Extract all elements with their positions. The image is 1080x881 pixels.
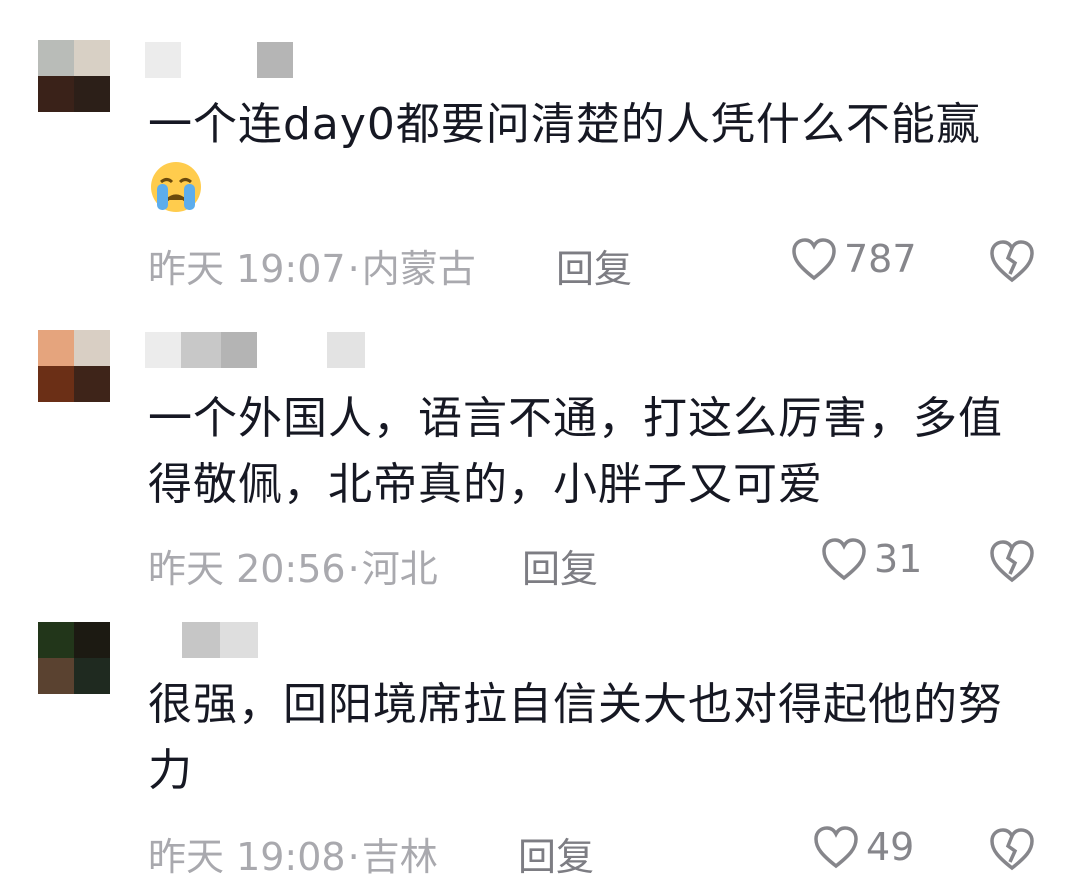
dislike-button[interactable] [988, 238, 1036, 284]
like-button[interactable]: 49 [812, 824, 914, 870]
comment-meta: 昨天 19:07·内蒙古 [148, 238, 476, 293]
broken-heart-icon [990, 828, 1034, 871]
like-count: 31 [874, 537, 923, 581]
broken-heart-icon [990, 540, 1034, 583]
loudly-crying-face-icon [151, 162, 201, 212]
comment-meta: 昨天 20:56·河北 [148, 538, 438, 593]
comment-item: 一个外国人，语言不通，打这么厉害，多值得敬佩，北帝真的，小胖子又可爱 昨天 20… [0, 300, 1080, 600]
comment-item: 一个连day0都要问清楚的人凭什么不能赢 昨天 19:07·内蒙古 回复 787 [0, 0, 1080, 300]
like-count: 49 [866, 825, 915, 869]
comment-text: 很强，回阳境席拉自信关大也对得起他的努力 [148, 679, 1003, 796]
avatar[interactable] [38, 330, 110, 402]
location: 吉林 [361, 835, 438, 879]
location: 河北 [361, 547, 438, 591]
comment-text: 一个外国人，语言不通，打这么厉害，多值得敬佩，北帝真的，小胖子又可爱 [148, 393, 1003, 510]
username-blurred[interactable] [145, 42, 295, 78]
heart-outline-icon [814, 826, 858, 869]
timestamp: 昨天 19:07 [148, 247, 346, 291]
timestamp: 昨天 20:56 [148, 547, 346, 591]
separator: · [347, 247, 360, 291]
dislike-button[interactable] [988, 538, 1036, 584]
comment-item: 很强，回阳境席拉自信关大也对得起他的努力 昨天 19:08·吉林 回复 49 [0, 600, 1080, 881]
heart-outline-icon [822, 538, 866, 581]
username-blurred[interactable] [182, 622, 262, 658]
username-blurred[interactable] [145, 332, 365, 368]
timestamp: 昨天 19:08 [148, 835, 346, 879]
like-button[interactable]: 31 [820, 536, 922, 582]
dislike-button[interactable] [988, 826, 1036, 872]
broken-heart-icon [990, 240, 1034, 283]
separator: · [347, 547, 360, 591]
like-button[interactable]: 787 [790, 236, 917, 282]
comment-text: 一个连day0都要问清楚的人凭什么不能赢 [148, 99, 981, 150]
avatar[interactable] [38, 622, 110, 694]
reply-button[interactable]: 回复 [522, 538, 598, 593]
heart-outline-icon [792, 238, 836, 281]
comment-meta: 昨天 19:08·吉林 [148, 826, 438, 881]
location: 内蒙古 [361, 247, 476, 291]
separator: · [347, 835, 360, 879]
reply-button[interactable]: 回复 [518, 826, 594, 881]
avatar[interactable] [38, 40, 110, 112]
like-count: 787 [844, 237, 917, 281]
reply-button[interactable]: 回复 [556, 238, 632, 293]
